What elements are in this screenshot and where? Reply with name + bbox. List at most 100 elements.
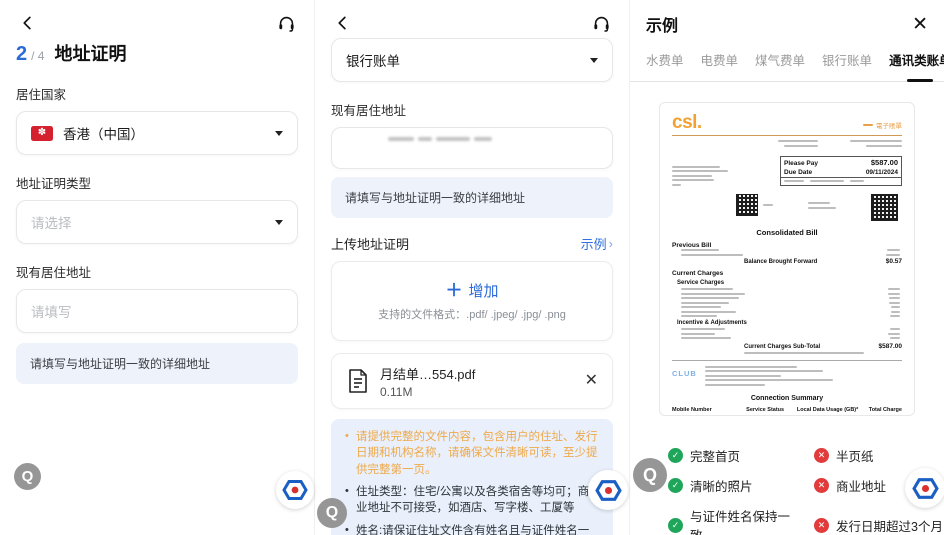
current-address-placeholder: 请填写 [31,301,283,321]
cross-icon: ✕ [814,478,829,493]
current-address-label: 现有居住地址 [331,100,613,119]
club-footer: CLUB [672,366,902,386]
caret-down-icon [275,220,283,225]
tab-water-bill[interactable]: 水费单 [646,50,684,81]
upload-label: 上传地址证明 [331,234,409,253]
current-charges-heading: Current Charges [672,270,902,277]
headset-icon [277,14,296,33]
connection-summary-table: Mobile Number Service Status Local Data … [672,407,902,416]
incentives-heading: Incentive & Adjustments [677,320,902,326]
divider [672,360,902,361]
tab-telecom-bill[interactable]: 通讯类账单 [889,50,944,81]
watermark-hexagon-icon [588,470,628,510]
upload-requirements: 请提供完整的文件内容，包含用户的住址、发行日期和机构名称，请确保文件清晰可读，至… [331,419,613,535]
navbar [315,0,629,38]
proof-type-label: 地址证明类型 [16,173,298,192]
support-button[interactable] [589,11,613,35]
connection-summary-heading: Connection Summary [672,395,902,402]
do-item: ✓ 与证件姓名保持一致 [668,506,802,535]
address-hint: 请填写与地址证明一致的详细地址 [331,177,613,218]
country-label: 居住国家 [16,84,298,103]
cross-icon: ✕ [814,448,829,463]
example-link[interactable]: 示例 › [581,234,613,253]
caret-down-icon [275,131,283,136]
add-file-label: 增加 [468,280,498,301]
club-logo: CLUB [672,369,697,378]
navbar [0,0,314,38]
add-file-button[interactable]: ＋ 增加 [445,280,498,301]
uploaded-file-item: 月结单…554.pdf 0.11M ✕ [331,353,613,409]
file-name: 月结单…554.pdf [380,364,575,383]
panel-address-proof-step: 2 / 4 地址证明 居住国家 ✽ 香港（中国） 地址证明类型 请选择 现有居住… [0,0,315,535]
current-address-input[interactable] [331,127,613,169]
balance-brought-forward: Balance Brought Forward $0.57 [744,258,902,265]
bill-qr-row [672,194,902,221]
screen: 2 / 4 地址证明 居住国家 ✽ 香港（中国） 地址证明类型 请选择 现有居住… [0,0,944,535]
example-header: 示例 ✕ [630,0,944,36]
dont-item: ✕ 半页纸 [814,446,944,465]
due-date-label: Due Date [784,169,812,176]
requirement-item: 姓名:请保证住址文件含有姓名且与证件姓名一致 [345,523,599,535]
watermark-q-icon: Q [14,463,41,490]
back-button[interactable] [331,11,355,35]
sample-bill-image: csl. 電子賬單 Please Pay $58 [659,102,915,416]
step-total: / 4 [31,49,44,63]
address-hint: 请填写与地址证明一致的详细地址 [16,343,298,384]
supported-formats: 支持的文件格式：.pdf/ .jpeg/ .jpg/ .png [378,306,566,322]
watermark-hexagon-icon [905,468,944,508]
divider [672,135,902,136]
please-pay-value: $587.00 [871,158,898,167]
example-link-label: 示例 [581,234,607,253]
please-pay-label: Please Pay [784,160,818,167]
bill-payment-box: Please Pay $587.00 Due Date 09/11/2024 [780,156,902,187]
upload-dropzone[interactable]: ＋ 增加 支持的文件格式：.pdf/ .jpeg/ .jpg/ .png [331,261,613,341]
upload-section-header: 上传地址证明 示例 › [331,234,613,253]
tab-bank-statement[interactable]: 银行账单 [822,50,872,81]
do-item: ✓ 清晰的照片 [668,476,802,495]
tab-gas-bill[interactable]: 煤气费单 [755,50,805,81]
document-icon [346,368,370,394]
hong-kong-flag-icon: ✽ [31,126,53,141]
subtotal-row: Current Charges Sub-Total $587.00 [744,343,902,350]
support-button[interactable] [274,11,298,35]
country-value: 香港（中国） [63,123,275,143]
example-tabs: 水费单 电费单 煤气费单 银行账单 通讯类账单 [630,36,944,82]
close-icon[interactable]: ✕ [912,15,928,34]
dont-item: ✕ 发行日期超过3个月 [814,506,944,535]
step-header: 2 / 4 地址证明 [0,38,314,70]
bill-account-meta [672,140,902,147]
requirement-item: 请提供完整的文件内容，包含用户的住址、发行日期和机构名称，请确保文件清晰可读，至… [345,429,599,478]
qr-code-icon [736,194,758,216]
check-icon: ✓ [668,518,683,533]
caret-down-icon [590,58,598,63]
back-chevron-icon [334,14,352,32]
qr-code-icon [871,194,898,221]
csl-logo: csl. [672,115,702,130]
check-icon: ✓ [668,478,683,493]
step-current: 2 [16,43,27,66]
headset-icon [592,14,611,33]
example-checklist: ✓ 完整首页 ✕ 半页纸 ✓ 清晰的照片 ✕ 商业地址 ✓ 与证件姓名保持一致 … [668,446,944,535]
bill-recipient-address [672,166,728,187]
current-address-input[interactable]: 请填写 [16,289,298,333]
proof-type-select[interactable]: 请选择 [16,200,298,244]
previous-bill-heading: Previous Bill [672,242,902,249]
file-meta: 月结单…554.pdf 0.11M [380,364,575,399]
watermark-hexagon-icon [276,471,314,509]
back-button[interactable] [16,11,40,35]
doc-type-value: 银行账单 [346,50,590,70]
watermark-q-icon: Q [633,458,667,492]
remove-file-button[interactable]: ✕ [585,373,598,389]
doc-type-select[interactable]: 银行账单 [331,38,613,82]
do-item: ✓ 完整首页 [668,446,802,465]
country-select[interactable]: ✽ 香港（中国） [16,111,298,155]
panel-example-sheet: 示例 ✕ 水费单 电费单 煤气费单 银行账单 通讯类账单 csl. 電子賬單 [630,0,944,535]
check-icon: ✓ [668,448,683,463]
watermark-q-icon: Q [317,498,347,528]
proof-type-placeholder: 请选择 [31,212,275,232]
current-address-label: 现有居住地址 [16,262,298,281]
due-date-value: 09/11/2024 [866,169,898,176]
tab-electric-bill[interactable]: 电费单 [701,50,739,81]
panel-upload-proof: 银行账单 现有居住地址 请填写与地址证明一致的详细地址 上传地址证明 示例 › … [315,0,630,535]
cross-icon: ✕ [814,518,829,533]
